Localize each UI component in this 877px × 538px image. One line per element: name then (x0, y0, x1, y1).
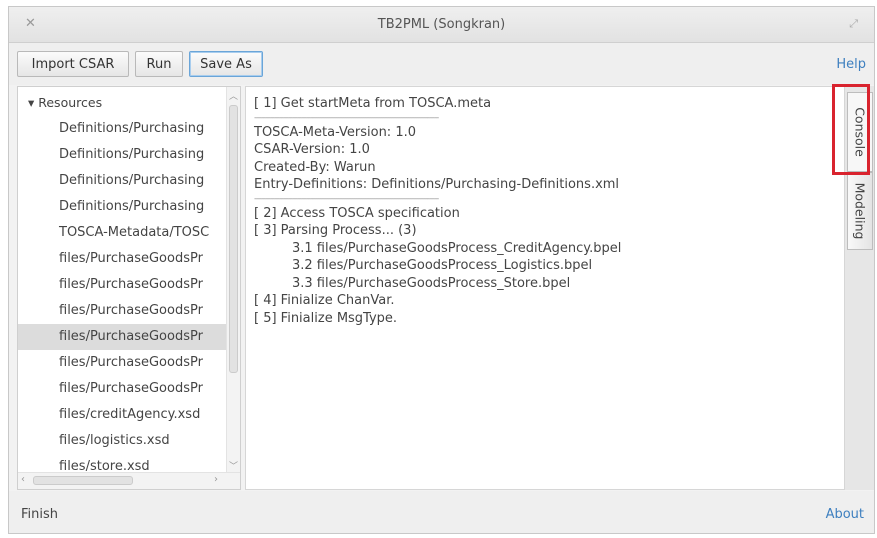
run-button[interactable]: Run (135, 51, 183, 77)
highlight-annotation (832, 84, 870, 175)
tree-item[interactable]: files/PurchaseGoodsPr (18, 298, 226, 324)
app-window: ✕ TB2PML (Songkran) ⤢ Import CSAR Run Sa… (8, 6, 875, 534)
window-title: TB2PML (Songkran) (377, 17, 506, 32)
status-text: Finish (21, 507, 59, 522)
tree-horizontal-scroll-thumb[interactable] (33, 476, 133, 485)
title-bar: ✕ TB2PML (Songkran) ⤢ (9, 7, 874, 43)
console-line: 3.3 files/PurchaseGoodsProcess_Store.bpe… (292, 275, 571, 291)
console-line: 3.1 files/PurchaseGoodsProcess_CreditAge… (292, 240, 622, 256)
console-line: Created-By: Warun (254, 159, 376, 175)
tree-item[interactable]: TOSCA-Metadata/TOSC (18, 220, 226, 246)
console-line: CSAR-Version: 1.0 (254, 142, 370, 157)
resource-tree[interactable]: ▾ Resources Definitions/Purchasing Defini… (17, 86, 241, 490)
save-as-button[interactable]: Save As (189, 51, 263, 77)
console-line: ----------------------------------------… (254, 112, 439, 123)
toolbar: Import CSAR Run Save As Help (9, 43, 874, 85)
tree-item[interactable]: files/PurchaseGoodsPr (18, 376, 226, 402)
scroll-right-icon[interactable]: › (214, 474, 218, 485)
tree-list: Definitions/Purchasing Definitions/Purcha… (18, 116, 226, 480)
scroll-down-icon[interactable]: ﹀ (229, 459, 238, 472)
tab-modeling-label: Modeling (852, 182, 868, 240)
console-line: [ 1] Get startMeta from TOSCA.meta (254, 96, 492, 111)
import-csar-button[interactable]: Import CSAR (17, 51, 129, 77)
console-text: [ 1] Get startMeta from TOSCA.meta ------… (254, 95, 621, 327)
console-line: ----------------------------------------… (254, 193, 439, 204)
console-line: [ 2] Access TOSCA specification (254, 205, 460, 221)
console-line: TOSCA-Meta-Version: 1.0 (254, 124, 416, 140)
tree-item[interactable]: files/creditAgency.xsd (18, 402, 226, 428)
scroll-left-icon[interactable]: ‹ (21, 474, 25, 485)
tree-item[interactable]: files/logistics.xsd (18, 428, 226, 454)
scroll-up-icon[interactable]: ︿ (229, 89, 238, 102)
console-line: Entry-Definitions: Definitions/Purchasin… (254, 177, 620, 192)
tree-item[interactable]: Definitions/Purchasing (18, 142, 226, 168)
console-line: [ 5] Finialize MsgType. (254, 310, 398, 326)
console-line: [ 4] Finialize ChanVar. (254, 293, 395, 308)
console-line: 3.2 files/PurchaseGoodsProcess_Logistics… (292, 258, 593, 273)
help-link[interactable]: Help (836, 57, 866, 72)
tree-item[interactable]: Definitions/Purchasing (18, 168, 226, 194)
tree-item[interactable]: files/PurchaseGoodsPr (18, 324, 226, 350)
about-link[interactable]: About (826, 507, 864, 522)
tree-item[interactable]: files/PurchaseGoodsPr (18, 272, 226, 298)
tree-horizontal-scrollbar[interactable]: ‹ › (18, 472, 240, 489)
tree-vertical-scroll-thumb[interactable] (229, 105, 238, 373)
tree-item[interactable]: files/PurchaseGoodsPr (18, 350, 226, 376)
console-line: [ 3] Parsing Process... (3) (254, 223, 417, 238)
tree-item[interactable]: files/PurchaseGoodsPr (18, 246, 226, 272)
console-output[interactable]: [ 1] Get startMeta from TOSCA.meta ------… (245, 86, 845, 490)
tree-vertical-scrollbar[interactable]: ︿ ﹀ (226, 87, 240, 473)
maximize-icon[interactable]: ⤢ (849, 17, 858, 31)
tab-modeling[interactable]: Modeling (847, 172, 873, 250)
tree-root-resources[interactable]: ▾ Resources (28, 95, 102, 110)
status-bar: Finish About (9, 491, 874, 533)
tree-item[interactable]: Definitions/Purchasing (18, 194, 226, 220)
tree-item[interactable]: Definitions/Purchasing (18, 116, 226, 142)
